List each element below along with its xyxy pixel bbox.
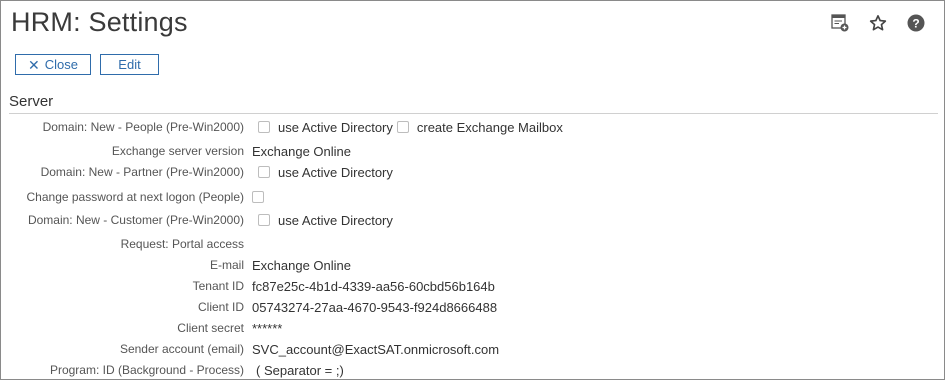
checkbox-label: use Active Directory xyxy=(278,119,393,135)
edit-button-label: Edit xyxy=(118,57,141,72)
setting-label: Domain: New - Customer (Pre-Win2000) xyxy=(27,213,244,227)
edit-button[interactable]: Edit xyxy=(100,54,159,75)
header-icons: ? xyxy=(830,13,926,33)
section-divider xyxy=(9,113,938,114)
setting-label: Exchange server version xyxy=(111,144,244,158)
setting-row-change-password: Change password at next logon (People) xyxy=(1,187,944,207)
setting-label: Domain: New - People (Pre-Win2000) xyxy=(42,120,244,134)
setting-label: Client secret xyxy=(177,321,244,335)
use-ad-people-checkbox[interactable] xyxy=(258,121,270,133)
svg-text:?: ? xyxy=(912,16,919,30)
use-ad-partner-checkbox[interactable] xyxy=(258,166,270,178)
setting-row-client-secret: Client secret ****** xyxy=(1,318,944,338)
settings-window: HRM: Settings ? ✕ Close Edit Server Doma… xyxy=(0,0,945,380)
action-bar: ✕ Close Edit xyxy=(15,54,159,75)
close-button[interactable]: ✕ Close xyxy=(15,54,91,75)
section-title: Server xyxy=(9,93,54,110)
create-mailbox-checkbox[interactable] xyxy=(396,121,409,133)
setting-value: Exchange Online xyxy=(252,257,352,273)
setting-row-tenant-id: Tenant ID fc87e25c-4b1d-4339-aa56-60cbd5… xyxy=(1,276,944,296)
setting-value xyxy=(252,191,272,203)
close-button-label: Close xyxy=(44,57,78,72)
setting-row-domain-partner: Domain: New - Partner (Pre-Win2000) use … xyxy=(1,162,944,182)
setting-value: fc87e25c-4b1d-4339-aa56-60cbd56b164b xyxy=(252,278,495,294)
setting-value: use Active Directory xyxy=(258,165,399,180)
setting-row-exchange-version: Exchange server version Exchange Online xyxy=(1,141,944,161)
setting-row-portal-access: Request: Portal access xyxy=(1,234,944,254)
setting-label: Change password at next logon (People) xyxy=(26,190,244,204)
setting-label: Sender account (email) xyxy=(119,342,244,356)
setting-value: use Active Directory xyxy=(258,213,399,228)
setting-row-program-id: Program: ID (Background - Process) ( Sep… xyxy=(1,360,944,379)
setting-row-domain-people: Domain: New - People (Pre-Win2000) use A… xyxy=(1,117,944,137)
setting-value: 05743274-27aa-4670-9543-f924d8666488 xyxy=(252,299,498,315)
checkbox-label: create Exchange Mailbox xyxy=(416,119,563,135)
setting-label: E-mail xyxy=(209,258,244,272)
change-password-checkbox[interactable] xyxy=(252,191,264,203)
setting-value: ( Separator = ;) xyxy=(256,362,344,378)
help-icon[interactable]: ? xyxy=(906,13,926,33)
setting-value: SVC_account@ExactSAT.onmicrosoft.com xyxy=(252,341,500,357)
setting-row-domain-customer: Domain: New - Customer (Pre-Win2000) use… xyxy=(1,210,944,230)
setting-value: Exchange Online xyxy=(252,143,352,159)
checkbox-label: use Active Directory xyxy=(278,164,393,180)
page-title: HRM: Settings xyxy=(11,7,188,37)
use-ad-customer-checkbox[interactable] xyxy=(258,214,270,226)
add-widget-icon[interactable] xyxy=(830,13,850,33)
setting-row-email: E-mail Exchange Online xyxy=(1,255,944,275)
setting-label: Client ID xyxy=(197,300,244,314)
setting-value: use Active Directory create Exchange Mai… xyxy=(258,120,569,135)
setting-value: ****** xyxy=(252,320,283,336)
setting-row-sender-account: Sender account (email) SVC_account@Exact… xyxy=(1,339,944,359)
close-icon: ✕ xyxy=(28,56,40,73)
setting-row-client-id: Client ID 05743274-27aa-4670-9543-f924d8… xyxy=(1,297,944,317)
star-icon[interactable] xyxy=(868,13,888,33)
setting-label: Domain: New - Partner (Pre-Win2000) xyxy=(40,165,244,179)
setting-label: Program: ID (Background - Process) xyxy=(49,363,244,377)
setting-label: Tenant ID xyxy=(192,279,244,293)
checkbox-label: use Active Directory xyxy=(278,212,393,228)
setting-label: Request: Portal access xyxy=(120,237,244,251)
